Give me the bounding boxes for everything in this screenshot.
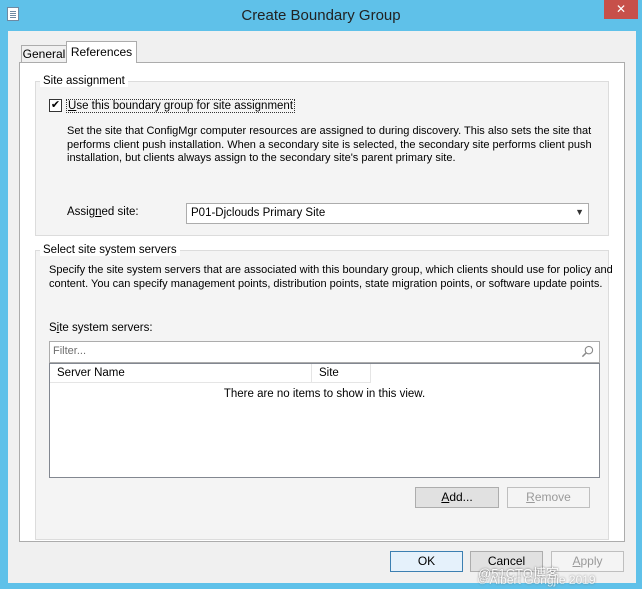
chevron-down-icon: ▼ — [575, 207, 584, 217]
servers-label-part: S — [49, 322, 57, 334]
watermark-credit: © Albert Gongjie 2019 — [478, 573, 596, 587]
site-assignment-checkbox[interactable]: ✔ — [49, 99, 62, 112]
search-icon[interactable] — [581, 345, 594, 358]
site-servers-group-label: Select site system servers — [40, 244, 180, 256]
filter-box — [49, 341, 600, 363]
servers-label-part: te system servers: — [59, 322, 153, 334]
site-system-servers-label: Site system servers: — [49, 322, 153, 334]
empty-list-message: There are no items to show in this view. — [223, 388, 426, 400]
checkbox-label-text: se this boundary group for site assignme… — [76, 100, 294, 112]
description-line: content. You can specify management poin… — [49, 277, 603, 290]
remove-label-mnemonic: R — [526, 490, 535, 504]
assigned-site-label-part: ed site: — [101, 206, 139, 218]
column-header-server-name[interactable]: Server Name — [50, 364, 312, 383]
add-label-part: dd... — [449, 490, 473, 504]
remove-button[interactable]: Remove — [507, 487, 590, 508]
assigned-site-label-part: Assig — [67, 206, 96, 218]
close-button[interactable]: ✕ — [604, 0, 638, 19]
site-assignment-description: Set the site that ConfigMgr computer res… — [67, 125, 592, 166]
description-line: Set the site that ConfigMgr computer res… — [67, 125, 592, 137]
tab-references[interactable]: References — [66, 41, 137, 63]
description-line: performs client push installation. When … — [67, 138, 592, 151]
assigned-site-dropdown[interactable]: P01-Djclouds Primary Site ▼ — [186, 203, 589, 224]
apply-label-mnemonic: A — [572, 554, 581, 568]
site-servers-list[interactable]: Server Name Site There are no items to s… — [49, 363, 600, 478]
site-assignment-group-label: Site assignment — [40, 75, 128, 87]
filter-input[interactable] — [53, 345, 573, 357]
column-header-site[interactable]: Site — [312, 364, 371, 383]
assigned-site-label: Assigned site: — [67, 206, 139, 218]
site-servers-description: Specify the site system servers that are… — [49, 264, 613, 291]
add-button[interactable]: Add... — [415, 487, 499, 508]
ok-button[interactable]: OK — [390, 551, 463, 572]
remove-label-part: emove — [534, 490, 571, 504]
apply-button[interactable]: Apply — [551, 551, 624, 572]
description-line: installation, but clients always assign … — [67, 152, 456, 164]
tab-general[interactable]: General — [21, 45, 67, 62]
assigned-site-value: P01-Djclouds Primary Site — [191, 207, 326, 219]
window-title: Create Boundary Group — [241, 7, 401, 24]
apply-label-part: pply — [580, 554, 603, 568]
site-assignment-checkbox-label[interactable]: Use this boundary group for site assignm… — [66, 99, 296, 113]
description-line: Specify the site system servers that are… — [49, 264, 613, 276]
